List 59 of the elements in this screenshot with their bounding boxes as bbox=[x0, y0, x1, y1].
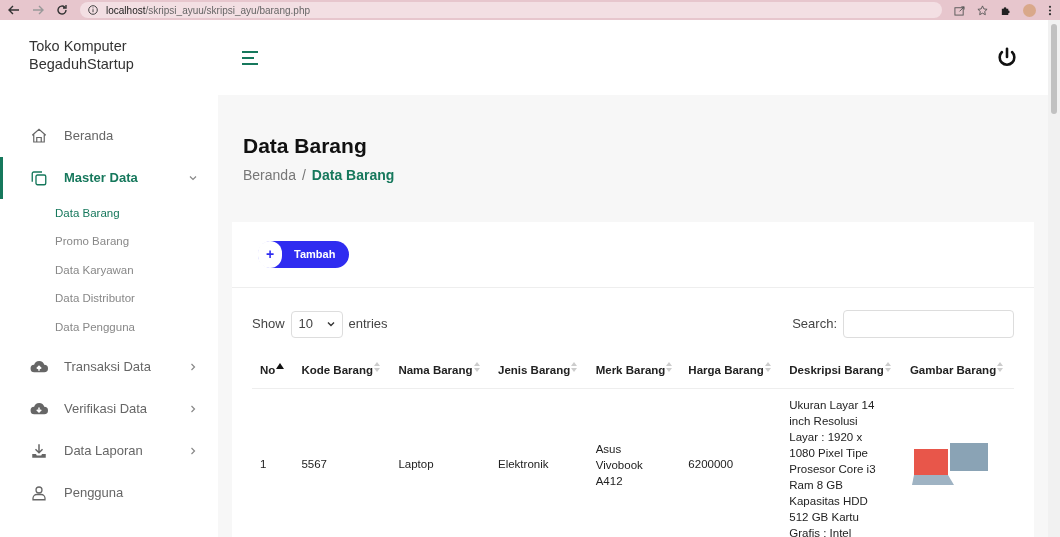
chevron-icon bbox=[188, 361, 198, 372]
table-cell: 6200000 bbox=[688, 457, 734, 470]
sidebar-item[interactable]: Beranda bbox=[0, 115, 218, 157]
submenu-item[interactable]: Data Pengguna bbox=[0, 313, 218, 342]
search-field[interactable] bbox=[843, 310, 1014, 338]
url-text: localhost/skripsi_ayuu/skripsi_ayu/barang.php bbox=[106, 3, 310, 18]
reload-icon[interactable] bbox=[56, 4, 68, 16]
sidebar-item[interactable]: Transaksi Data bbox=[0, 345, 218, 388]
menu-icon[interactable] bbox=[1048, 4, 1052, 16]
chevron-icon bbox=[188, 403, 198, 414]
chevron-icon bbox=[188, 445, 198, 456]
table-cell-text: Asus Vivobook A412 bbox=[595, 441, 644, 489]
entries-label: entries bbox=[348, 315, 388, 334]
show-label: Show bbox=[252, 315, 285, 334]
submenu-item[interactable]: Data Karyawan bbox=[0, 256, 218, 285]
submenu-item[interactable]: Data Barang bbox=[0, 199, 218, 228]
sidebar-item[interactable]: Data Laporan bbox=[0, 429, 218, 472]
table-cell: Elektronik bbox=[498, 457, 549, 470]
scrollbar[interactable] bbox=[1048, 20, 1060, 537]
star-icon[interactable] bbox=[977, 4, 988, 16]
column-header[interactable]: Harga Barang bbox=[688, 362, 764, 380]
back-icon[interactable] bbox=[8, 4, 20, 16]
breadcrumb-link[interactable]: Beranda bbox=[243, 165, 296, 186]
puzzle-icon[interactable] bbox=[1000, 4, 1011, 16]
column-header[interactable]: Kode Barang bbox=[301, 362, 373, 380]
power-icon[interactable] bbox=[996, 46, 1018, 69]
sidebar-item[interactable]: Verifikasi Data bbox=[0, 387, 218, 430]
share-icon[interactable] bbox=[954, 4, 965, 16]
sidebar-item[interactable]: Master Data bbox=[0, 157, 218, 199]
chevron-icon bbox=[326, 320, 335, 328]
column-header[interactable]: Deskripsi Barang bbox=[789, 362, 884, 380]
search-label: Search: bbox=[792, 315, 837, 334]
breadcrumb-link[interactable]: Data Barang bbox=[311, 165, 395, 186]
submenu-item[interactable]: Data Distributor bbox=[0, 284, 218, 313]
table-cell: 5567 bbox=[301, 457, 327, 470]
page-title: Data Barang bbox=[243, 133, 368, 159]
table-cell: Laptop bbox=[398, 457, 434, 470]
sidebar-item[interactable]: Pengguna bbox=[0, 471, 218, 514]
column-header[interactable]: Nama Barang bbox=[398, 362, 473, 380]
menu-icon[interactable] bbox=[242, 50, 258, 65]
table-cell: 1 bbox=[260, 457, 267, 470]
copy-icon bbox=[30, 169, 48, 187]
submenu-item[interactable]: Promo Barang bbox=[0, 227, 218, 256]
column-header[interactable]: No bbox=[260, 362, 276, 380]
plus-icon: + bbox=[258, 241, 282, 268]
column-header[interactable]: Gambar Barang bbox=[909, 362, 997, 380]
address-bar[interactable]: localhost/skripsi_ayuu/skripsi_ayu/barang.php bbox=[80, 2, 942, 18]
column-header[interactable]: Merk Barang bbox=[595, 362, 666, 380]
chevron-icon bbox=[188, 173, 198, 183]
download-icon bbox=[30, 441, 48, 460]
info-icon bbox=[88, 5, 98, 15]
user-icon bbox=[30, 483, 48, 502]
brand-title: Toko Komputer BegaduhStartup bbox=[28, 37, 135, 73]
table-cell-text: Ukuran Layar 14 inch Resolusi Layar : 1920 x 1080 Pixel Tipe Prosesor Core i3 Ram 8 GB Kapasitas HDD 512 GB Kartu Grafis : Intel bbox=[789, 397, 877, 537]
entries-select[interactable]: 10 bbox=[290, 310, 343, 338]
column-header[interactable]: Jenis Barang bbox=[498, 362, 571, 380]
add-button[interactable]: + Tambah bbox=[258, 241, 350, 268]
house-icon bbox=[30, 127, 48, 145]
breadcrumb-separator: / bbox=[301, 166, 306, 185]
